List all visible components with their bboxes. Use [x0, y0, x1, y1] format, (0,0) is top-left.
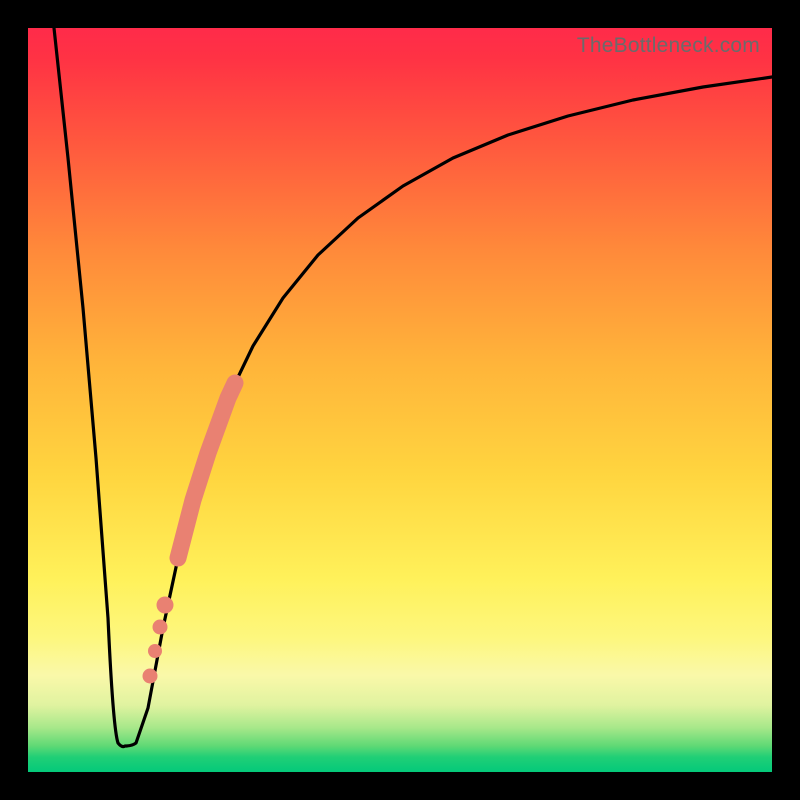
- chart-frame: TheBottleneck.com: [0, 0, 800, 800]
- highlight-dot: [157, 597, 174, 614]
- bottleneck-curve: [28, 28, 772, 772]
- plot-area: TheBottleneck.com: [28, 28, 772, 772]
- highlight-dot: [153, 620, 168, 635]
- watermark-text: TheBottleneck.com: [577, 34, 760, 58]
- highlight-band: [178, 383, 235, 558]
- highlight-dot: [148, 644, 162, 658]
- highlight-dot: [143, 669, 158, 684]
- curve-path: [54, 28, 772, 747]
